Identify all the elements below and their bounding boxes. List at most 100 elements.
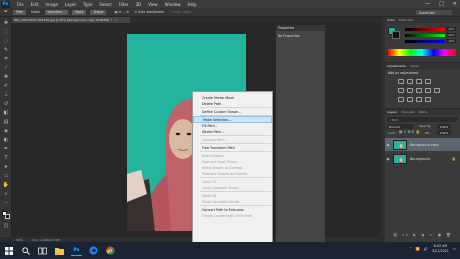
more-tools-icon[interactable]: ⋯	[3, 200, 9, 206]
clone-stamp-tool-icon[interactable]: ⊥	[3, 92, 9, 98]
layer-name[interactable]: Background copy	[410, 143, 439, 147]
menu-select[interactable]: Select	[99, 2, 111, 7]
tab-styles[interactable]: Styles	[410, 64, 419, 68]
photoshop-icon[interactable]: Ps	[71, 245, 82, 256]
menu-view[interactable]: View	[148, 2, 158, 7]
posterize-icon[interactable]	[407, 97, 413, 102]
menu-edit[interactable]: Edit	[31, 2, 39, 7]
curves-icon[interactable]	[416, 79, 422, 84]
blur-tool-icon[interactable]: ◈	[3, 128, 9, 134]
tab-channels[interactable]: Channels	[401, 110, 415, 114]
task-view-icon[interactable]	[37, 245, 48, 256]
opacity-input[interactable]: 100%	[437, 124, 451, 129]
vibrance-icon[interactable]	[398, 88, 404, 93]
type-tool-icon[interactable]: T	[3, 155, 9, 161]
menu-file[interactable]: File	[17, 2, 24, 7]
volume-icon[interactable]: 🔊	[424, 247, 428, 251]
clock[interactable]: 6:02 AM 3/21/2021	[432, 244, 449, 254]
menu-filter[interactable]: Filter	[119, 2, 129, 7]
menu-layer[interactable]: Layer	[65, 2, 76, 7]
brush-tool-icon[interactable]: ✐	[3, 83, 9, 89]
network-icon[interactable]: 📶	[416, 247, 420, 251]
hand-tool-icon[interactable]: ✋	[3, 182, 9, 188]
tab-color[interactable]: Color	[387, 18, 395, 22]
visibility-eye-icon[interactable]: ◉	[385, 157, 391, 161]
hue-saturation-icon[interactable]	[407, 88, 413, 93]
quick-select-tool-icon[interactable]: ✎	[3, 47, 9, 53]
layer-row-background[interactable]: ◉ Background 🔒	[385, 152, 460, 165]
move-tool-icon[interactable]: ✥	[3, 20, 9, 26]
black-white-icon[interactable]	[425, 88, 431, 93]
color-spectrum-bar[interactable]	[388, 49, 456, 56]
eyedropper-tool-icon[interactable]: ⁄	[3, 65, 9, 71]
tab-paths[interactable]: Paths	[419, 110, 427, 114]
menu-3d[interactable]: 3D	[136, 2, 142, 7]
tab-layers[interactable]: Layers	[387, 110, 397, 114]
layers-footer-icons[interactable]: ⛓ fx ◐ ◑ ▭ ▣ 🗑	[393, 233, 453, 237]
lasso-tool-icon[interactable]: ◌	[3, 38, 9, 44]
auto-add-delete-checkbox[interactable]: ☑ Auto Add/Delete	[134, 10, 164, 14]
make-shape-button[interactable]: Shape	[90, 9, 107, 15]
healing-brush-tool-icon[interactable]: ✚	[3, 74, 9, 80]
windows-icon[interactable]	[3, 245, 14, 256]
background-color-preview[interactable]	[392, 31, 400, 39]
path-selection-tool-icon[interactable]: ➤	[3, 164, 9, 170]
red-value[interactable]: 123	[446, 27, 456, 31]
invert-icon[interactable]	[398, 97, 404, 102]
make-mask-button[interactable]: Mask	[72, 9, 87, 15]
layer-filter-bar[interactable]: ⌕ Kind	[387, 117, 457, 122]
levels-icon[interactable]	[407, 79, 413, 84]
red-slider[interactable]	[405, 28, 445, 31]
workspace-select[interactable]: Essentials	[416, 10, 452, 15]
gradient-map-icon[interactable]	[425, 97, 431, 102]
blue-slider[interactable]	[405, 40, 445, 43]
lock-icons[interactable]: ▦ ✐ ✥ ⊞ 🔒	[399, 130, 420, 134]
close-window-button[interactable]: ✕	[453, 1, 457, 7]
edge-icon[interactable]	[88, 245, 99, 256]
zoom-tool-icon[interactable]: ⌕	[3, 191, 9, 197]
tab-adjustments[interactable]: Adjustments	[387, 64, 406, 68]
maximize-button[interactable]: □	[439, 1, 444, 7]
crop-tool-icon[interactable]: ⌗	[3, 56, 9, 62]
file-explorer-icon[interactable]	[54, 245, 65, 256]
chrome-icon[interactable]	[105, 245, 116, 256]
menu-window[interactable]: Window	[165, 2, 181, 7]
align-edges-checkbox[interactable]: ☐ Align Edges	[169, 10, 192, 14]
eraser-tool-icon[interactable]: ◧	[3, 110, 9, 116]
dodge-tool-icon[interactable]: ◐	[3, 137, 9, 143]
quick-mask-icon[interactable]: ◫	[3, 223, 9, 229]
blend-mode-select[interactable]: Normal	[387, 124, 413, 129]
tab-swatches[interactable]: Swatches	[399, 18, 413, 22]
close-document-icon[interactable]: ×	[115, 18, 118, 22]
menu-image[interactable]: Image	[45, 2, 58, 7]
notifications-icon[interactable]: ▭	[453, 247, 456, 251]
menu-help[interactable]: Help	[187, 2, 196, 7]
rectangle-tool-icon[interactable]: ▭	[3, 173, 9, 179]
gradient-tool-icon[interactable]: ▤	[3, 119, 9, 125]
green-slider[interactable]	[405, 34, 445, 37]
visibility-eye-icon[interactable]: ◉	[385, 143, 391, 147]
brightness-contrast-icon[interactable]	[398, 79, 404, 84]
path-ops-icon[interactable]: ▣ ⊟ ⬚ ⚙	[114, 10, 129, 14]
make-selection-button[interactable]: Selection...	[44, 9, 69, 15]
layer-row-background-copy[interactable]: ◉ Background copy	[385, 138, 460, 151]
green-value[interactable]: 123	[446, 33, 456, 37]
tray-chevron-icon[interactable]: ˄	[410, 247, 412, 251]
pen-tool-preset-icon[interactable]: ✒	[3, 9, 9, 15]
tool-mode-select[interactable]: Path	[13, 9, 27, 15]
pen-tool-icon[interactable]: ✒	[3, 146, 9, 152]
menu-type[interactable]: Type	[83, 2, 92, 7]
layer-name[interactable]: Background	[410, 157, 430, 161]
history-brush-tool-icon[interactable]: ↺	[3, 101, 9, 107]
zoom-level[interactable]: 50%	[16, 238, 23, 242]
marquee-tool-icon[interactable]: ⬚	[3, 29, 9, 35]
blue-value[interactable]: 123	[446, 39, 456, 43]
fill-input[interactable]: 100%	[437, 130, 451, 135]
photo-filter-icon[interactable]	[434, 88, 440, 93]
color-balance-icon[interactable]	[416, 88, 422, 93]
search-icon[interactable]	[20, 245, 31, 256]
background-color-swatch[interactable]	[5, 214, 10, 219]
threshold-icon[interactable]	[416, 97, 422, 102]
exposure-icon[interactable]	[425, 79, 431, 84]
minimize-button[interactable]: —	[425, 1, 430, 7]
